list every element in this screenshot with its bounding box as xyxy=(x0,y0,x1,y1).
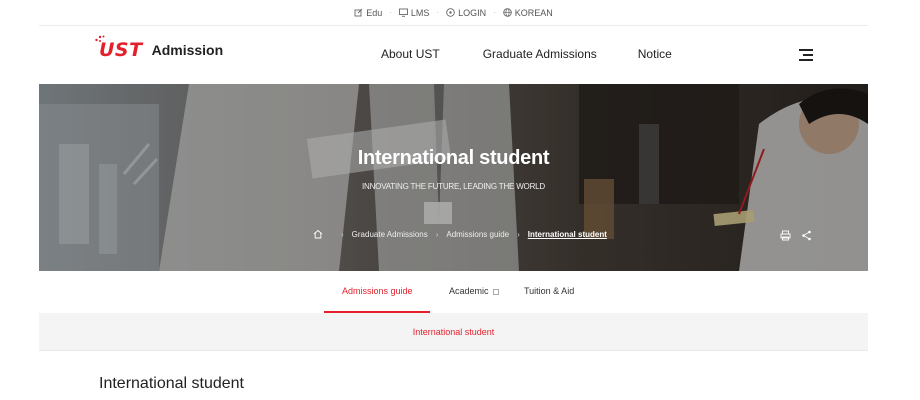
utility-bar: Edu · LMS · LOGIN · KOREAN xyxy=(39,0,868,26)
breadcrumb-separator: › xyxy=(341,229,344,239)
section-tabs: Admissions guide Academic Tuition & Aid xyxy=(0,271,920,313)
print-icon[interactable] xyxy=(780,230,791,241)
breadcrumb-international-student[interactable]: International student xyxy=(528,230,607,239)
site-header: UST Admission About UST Graduate Admissi… xyxy=(0,27,920,84)
util-separator: · xyxy=(493,8,496,17)
page-title: International student xyxy=(99,375,244,392)
util-edu-link[interactable]: Edu xyxy=(354,8,382,18)
subnav-band: International student xyxy=(39,313,868,351)
util-login-label: LOGIN xyxy=(458,7,487,18)
subnav-international-student[interactable]: International student xyxy=(413,327,495,337)
util-korean-link[interactable]: KOREAN xyxy=(503,8,553,18)
util-lms-label: LMS xyxy=(410,7,430,18)
lock-icon xyxy=(446,8,455,17)
main-nav: About UST Graduate Admissions Notice xyxy=(381,47,672,61)
util-login-link[interactable]: LOGIN xyxy=(446,8,486,18)
logo-dots-icon xyxy=(95,35,105,42)
breadcrumb: › Graduate Admissions › Admissions guide… xyxy=(313,229,607,239)
nav-about-ust[interactable]: About UST xyxy=(381,47,440,61)
breadcrumb-separator: › xyxy=(435,229,439,239)
nav-graduate-admissions[interactable]: Graduate Admissions xyxy=(483,47,597,61)
util-separator: · xyxy=(389,8,392,17)
logo-mark: UST xyxy=(95,35,143,61)
ust-logo[interactable]: UST Admission xyxy=(95,35,224,61)
tab-academic[interactable]: Academic xyxy=(449,286,499,296)
breadcrumb-admissions-guide[interactable]: Admissions guide xyxy=(446,230,509,239)
util-separator: · xyxy=(436,8,440,17)
util-lms-link[interactable]: LMS xyxy=(398,7,430,18)
external-link-icon xyxy=(492,288,499,295)
globe-icon xyxy=(503,8,512,17)
hero-title: International student xyxy=(357,147,550,169)
hero-tools xyxy=(780,230,812,241)
hero-banner: International student INNOVATING THE FUT… xyxy=(39,84,868,271)
tab-academic-label: Academic xyxy=(449,286,489,296)
tab-admissions-guide[interactable]: Admissions guide xyxy=(342,286,413,296)
breadcrumb-separator: › xyxy=(517,229,520,239)
share-icon[interactable] xyxy=(801,230,812,241)
hero-subtitle: INNOVATING THE FUTURE, LEADING THE WORLD xyxy=(362,182,545,191)
home-icon[interactable] xyxy=(313,229,323,239)
nav-notice[interactable]: Notice xyxy=(638,47,672,61)
hero-background-image xyxy=(39,84,868,271)
edu-icon xyxy=(354,8,363,17)
util-korean-label: KOREAN xyxy=(514,7,553,18)
breadcrumb-graduate-admissions[interactable]: Graduate Admissions xyxy=(352,230,428,239)
util-edu-label: Edu xyxy=(366,7,383,18)
logo-admission-text: Admission xyxy=(151,42,224,58)
monitor-icon xyxy=(398,8,408,17)
hamburger-menu-icon[interactable] xyxy=(799,49,815,61)
tab-tuition-aid[interactable]: Tuition & Aid xyxy=(524,286,574,296)
